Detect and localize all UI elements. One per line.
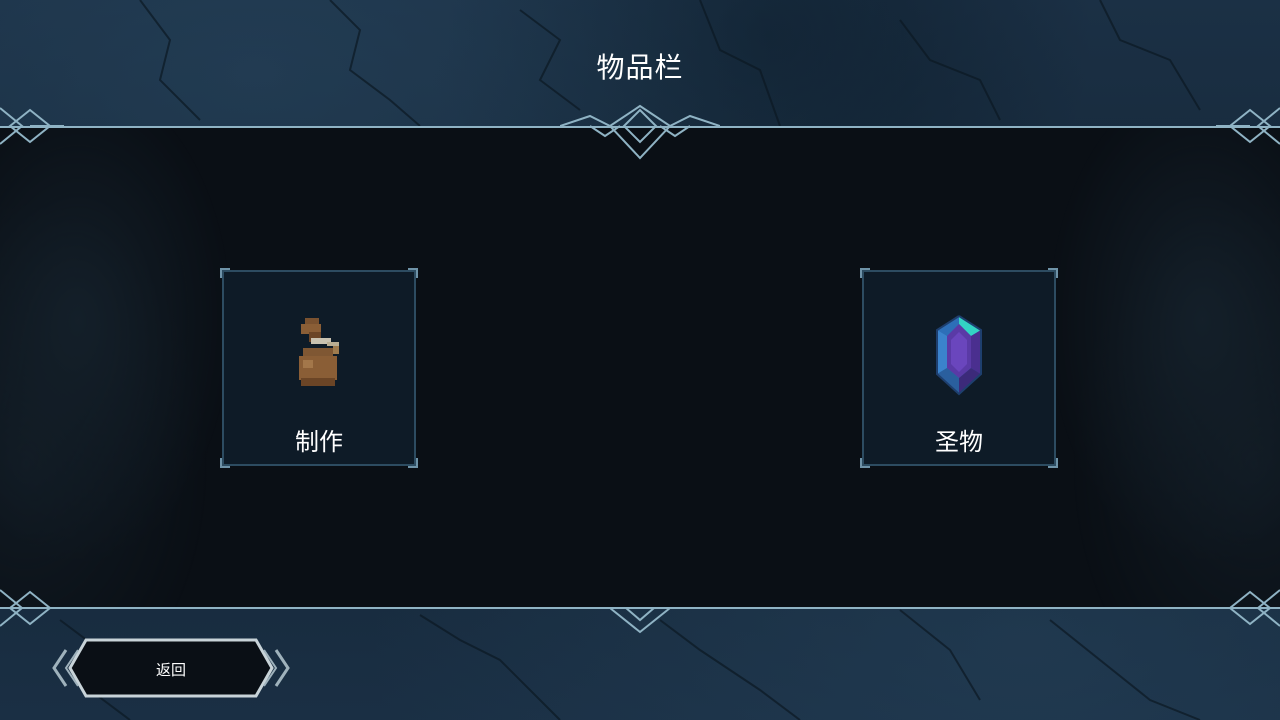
crafting-card[interactable]: 制作 bbox=[220, 268, 418, 468]
top-center-ornament bbox=[560, 104, 720, 160]
relics-card[interactable]: 圣物 bbox=[860, 268, 1058, 468]
bottom-center-ornament bbox=[610, 607, 670, 634]
gem-icon bbox=[936, 315, 982, 396]
card-corner bbox=[408, 458, 418, 468]
card-corner bbox=[1048, 268, 1058, 278]
card-corner bbox=[860, 458, 870, 468]
card-corner bbox=[220, 458, 230, 468]
card-corner bbox=[1048, 458, 1058, 468]
top-left-ornament bbox=[0, 107, 64, 145]
top-right-ornament bbox=[1216, 107, 1280, 145]
relics-label: 圣物 bbox=[935, 428, 983, 456]
crafting-label: 制作 bbox=[295, 428, 343, 456]
card-corner bbox=[860, 268, 870, 278]
bottom-left-ornament bbox=[0, 589, 64, 627]
back-button[interactable]: 返回 bbox=[52, 638, 290, 698]
inventory-panel bbox=[0, 128, 1280, 608]
bottom-right-ornament bbox=[1216, 589, 1280, 627]
stone-face-left bbox=[0, 128, 260, 608]
pouch-icon bbox=[299, 318, 339, 386]
stone-face-right bbox=[1020, 128, 1280, 608]
back-button-label: 返回 bbox=[155, 661, 186, 679]
card-corner bbox=[220, 268, 230, 278]
card-corner bbox=[408, 268, 418, 278]
page-title: 物品栏 bbox=[596, 51, 684, 84]
